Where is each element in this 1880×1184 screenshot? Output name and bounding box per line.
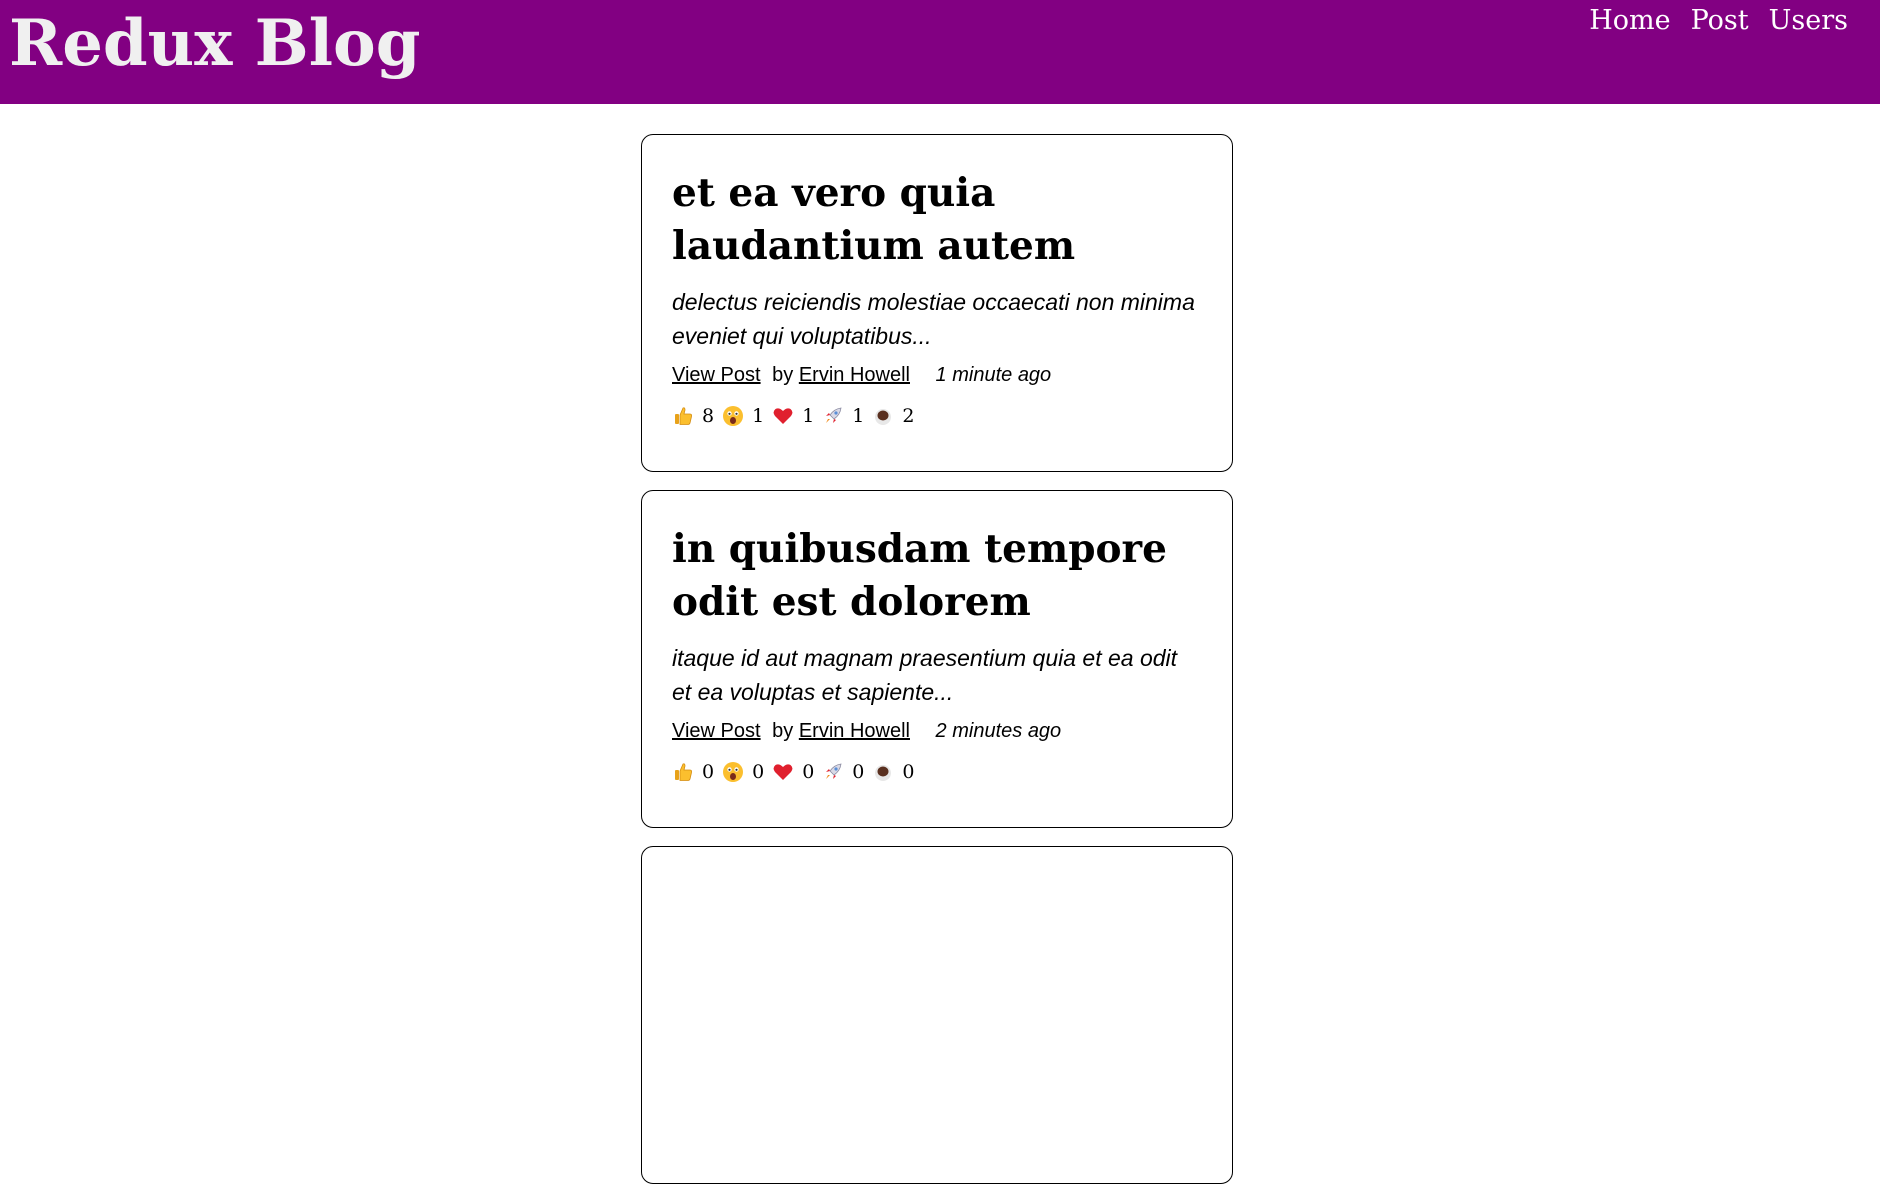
by-label: by	[772, 364, 794, 386]
reaction-wow-button[interactable]: 1	[722, 405, 764, 427]
reaction-thumbs-up-button[interactable]: 0	[672, 761, 714, 783]
post-title: et ea vero quia laudantium autem	[672, 170, 1076, 269]
heart-icon	[772, 405, 794, 427]
nav-home-link[interactable]: Home	[1589, 2, 1670, 40]
main-nav: Home Post Users	[1589, 2, 1848, 40]
post-card: in quibusdam tempore odit est dolorem it…	[641, 490, 1233, 828]
coffee-icon	[872, 761, 894, 783]
reaction-heart-button[interactable]: 0	[772, 761, 814, 783]
reaction-coffee-button[interactable]: 0	[872, 761, 914, 783]
post-card: et ea vero quia laudantium autem delectu…	[641, 134, 1233, 472]
reaction-wow-button[interactable]: 0	[722, 761, 764, 783]
by-label: by	[772, 720, 794, 742]
nav-post-link[interactable]: Post	[1691, 2, 1749, 40]
rocket-icon	[822, 405, 844, 427]
site-title: Redux Blog	[9, 6, 421, 81]
author-link[interactable]: Ervin Howell	[799, 364, 910, 386]
reaction-count: 0	[702, 761, 715, 783]
reaction-buttons: 8 1 1 1 2	[672, 405, 1202, 427]
reaction-count: 0	[902, 761, 915, 783]
reaction-count: 1	[802, 405, 815, 427]
reaction-coffee-button[interactable]: 2	[872, 405, 914, 427]
reaction-count: 1	[852, 405, 865, 427]
post-timestamp: 1 minute ago	[935, 364, 1052, 386]
site-header: Redux Blog Home Post Users	[0, 0, 1880, 104]
post-excerpt: delectus reiciendis molestiae occaecati …	[672, 289, 1195, 349]
post-timestamp: 2 minutes ago	[935, 720, 1062, 742]
post-title: in quibusdam tempore odit est dolorem	[672, 526, 1167, 625]
nav-users-link[interactable]: Users	[1769, 2, 1848, 40]
reaction-rocket-button[interactable]: 1	[822, 405, 864, 427]
reaction-heart-button[interactable]: 1	[772, 405, 814, 427]
heart-icon	[772, 761, 794, 783]
reaction-count: 8	[702, 405, 715, 427]
reaction-count: 0	[802, 761, 815, 783]
post-card	[641, 846, 1233, 1184]
reaction-buttons: 0 0 0 0 0	[672, 761, 1202, 783]
author-link[interactable]: Ervin Howell	[799, 720, 910, 742]
thumbs-up-icon	[672, 761, 694, 783]
reaction-count: 0	[752, 761, 765, 783]
coffee-icon	[872, 405, 894, 427]
post-meta: View Post by Ervin Howell 1 minute ago	[672, 361, 1202, 389]
reaction-count: 1	[752, 405, 765, 427]
reaction-thumbs-up-button[interactable]: 8	[672, 405, 714, 427]
view-post-link[interactable]: View Post	[672, 364, 761, 386]
reaction-count: 0	[852, 761, 865, 783]
view-post-link[interactable]: View Post	[672, 720, 761, 742]
reaction-count: 2	[902, 405, 915, 427]
post-excerpt: itaque id aut magnam praesentium quia et…	[672, 645, 1178, 705]
post-meta: View Post by Ervin Howell 2 minutes ago	[672, 717, 1202, 745]
wow-face-icon	[722, 761, 744, 783]
wow-face-icon	[722, 405, 744, 427]
rocket-icon	[822, 761, 844, 783]
reaction-rocket-button[interactable]: 0	[822, 761, 864, 783]
thumbs-up-icon	[672, 405, 694, 427]
